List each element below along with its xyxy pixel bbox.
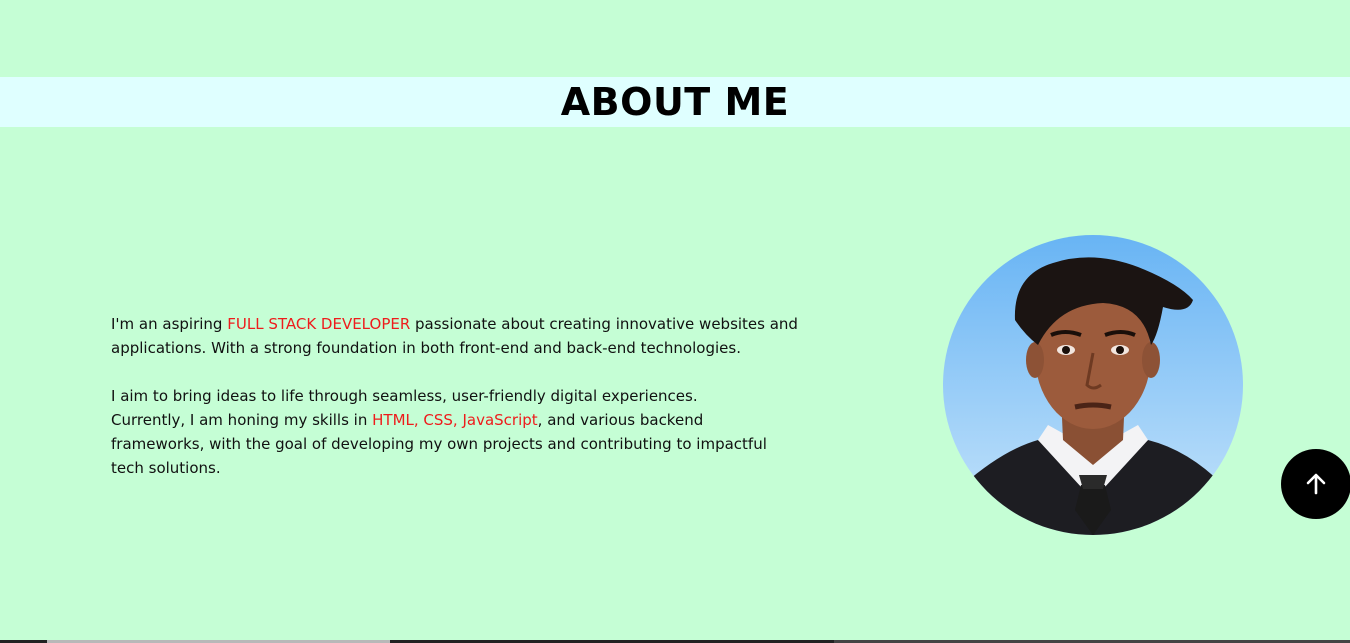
role-highlight: FULL STACK DEVELOPER [227, 315, 411, 333]
about-paragraph-3: Currently, I am honing my skills in HTML… [111, 408, 801, 480]
arrow-up-icon [1306, 473, 1326, 495]
about-line3-prefix: Currently, I am honing my skills in [111, 411, 373, 429]
scroll-to-top-button[interactable] [1281, 449, 1350, 519]
skills-highlight: HTML, CSS, JavaScript [372, 411, 538, 429]
about-paragraph-1: I'm an aspiring FULL STACK DEVELOPER pas… [111, 312, 801, 360]
section-title: ABOUT ME [560, 80, 790, 124]
section-title-band: ABOUT ME [0, 77, 1350, 127]
about-page: ABOUT ME I'm an aspiring FULL STACK DEVE… [0, 0, 1350, 643]
about-line1-prefix: I'm an aspiring [111, 315, 228, 333]
about-paragraph-2: I aim to bring ideas to life through sea… [111, 387, 698, 405]
about-description: I'm an aspiring FULL STACK DEVELOPER pas… [111, 312, 801, 480]
profile-photo [943, 235, 1243, 535]
